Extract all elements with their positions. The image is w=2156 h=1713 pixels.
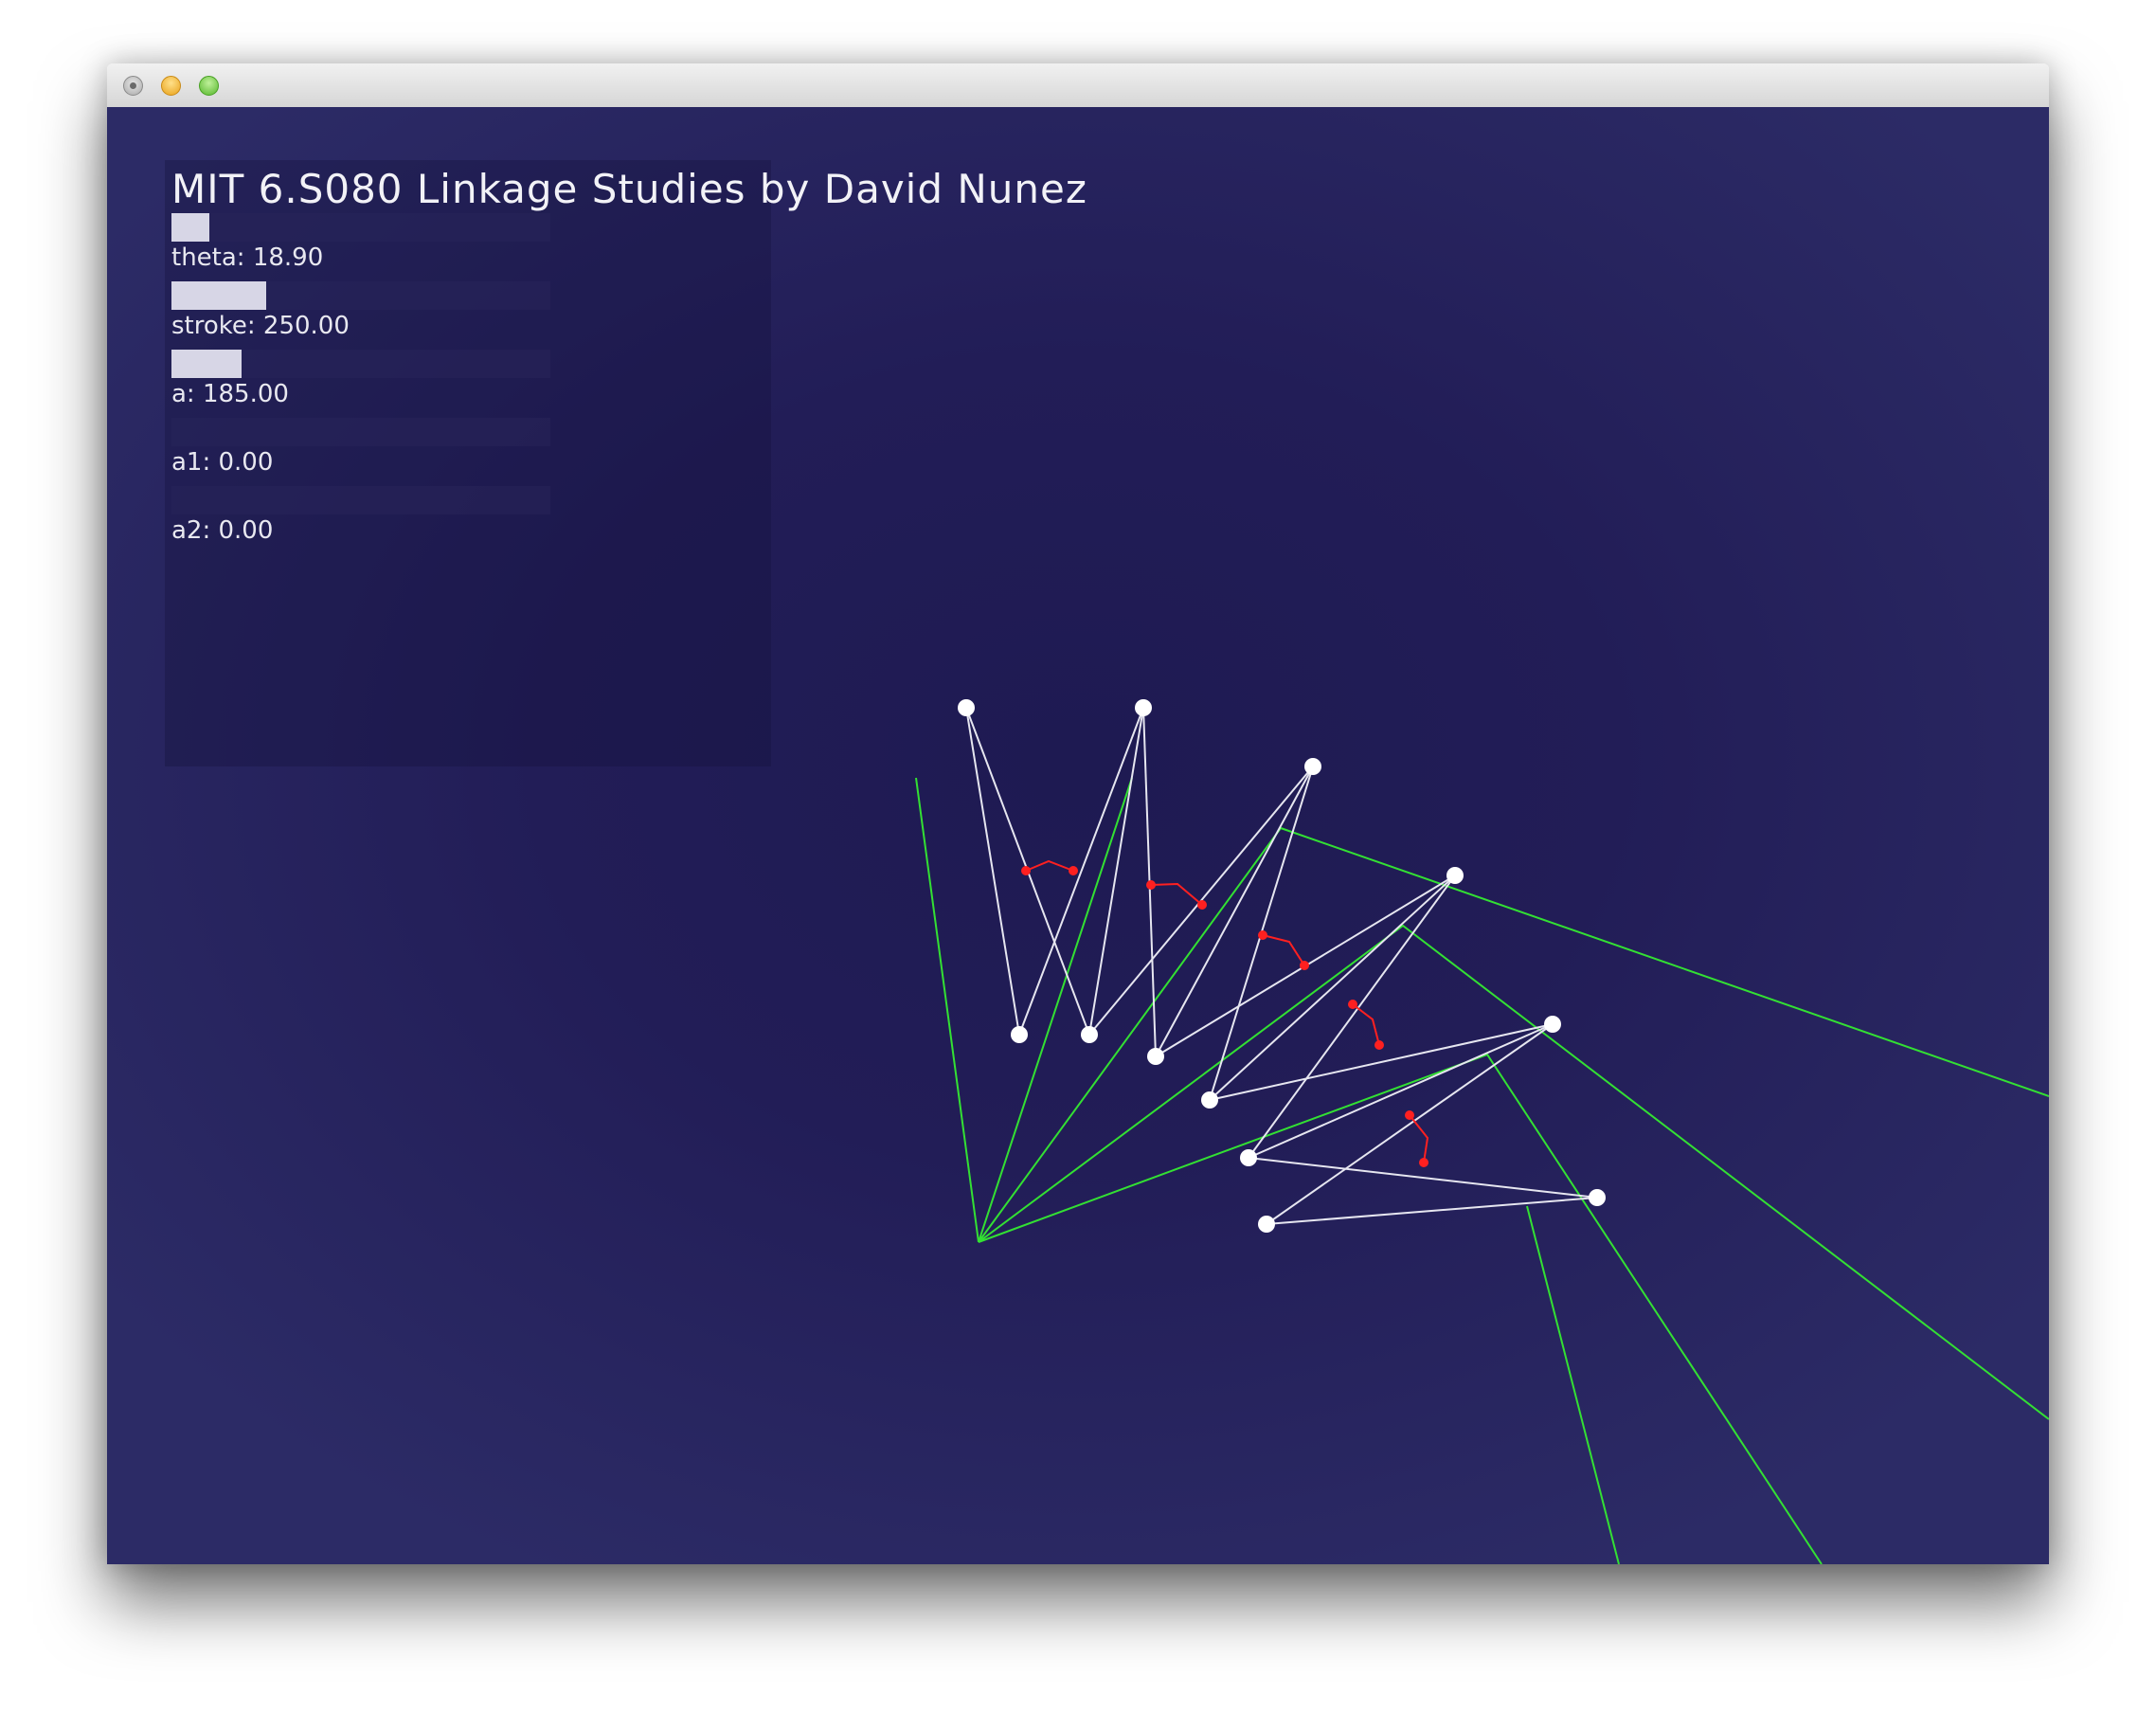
bar: [1088, 707, 1144, 1036]
app-window: MIT 6.S080 Linkage Studies by David Nune…: [107, 63, 2049, 1564]
bar: [1266, 1197, 1598, 1225]
joint-dot: [1146, 880, 1156, 890]
joint-dot: [1419, 1158, 1428, 1167]
joint-dot: [1258, 930, 1267, 940]
node[interactable]: [1304, 758, 1321, 775]
ray: [1526, 1205, 1620, 1564]
bar: [1209, 1023, 1554, 1101]
bar: [965, 707, 1020, 1036]
linkage-bars: [965, 707, 1598, 1225]
bar: [1266, 1023, 1554, 1225]
node[interactable]: [1011, 1026, 1028, 1043]
bar: [1018, 707, 1144, 1036]
green-rays: [915, 777, 2049, 1564]
window-titlebar[interactable]: [107, 63, 2049, 108]
ray: [915, 777, 979, 1243]
joint-dot: [1348, 1000, 1357, 1009]
joint-dot: [1021, 866, 1031, 875]
bar: [1209, 875, 1456, 1101]
node[interactable]: [1258, 1216, 1275, 1233]
ray: [978, 826, 2049, 1243]
node[interactable]: [1446, 867, 1464, 884]
node[interactable]: [1147, 1048, 1164, 1065]
maximize-button[interactable]: [199, 76, 219, 96]
linkage-nodes: [958, 699, 1606, 1233]
linkage-canvas[interactable]: MIT 6.S080 Linkage Studies by David Nune…: [107, 107, 2049, 1564]
close-button[interactable]: [123, 76, 143, 96]
joint-arc: [1150, 882, 1203, 906]
joint-dot: [1374, 1040, 1384, 1050]
joint-dot: [1405, 1110, 1414, 1120]
joint-dot: [1300, 961, 1309, 970]
node[interactable]: [1201, 1091, 1218, 1109]
node[interactable]: [1544, 1016, 1561, 1033]
node[interactable]: [1135, 699, 1152, 716]
ray: [978, 924, 2049, 1420]
joint-dot: [1069, 866, 1078, 875]
node[interactable]: [958, 699, 975, 716]
minimize-button[interactable]: [161, 76, 181, 96]
bar: [1155, 766, 1314, 1057]
joint-arc: [1262, 934, 1305, 966]
linkage-drawing: [915, 699, 2049, 1564]
node[interactable]: [1240, 1149, 1257, 1166]
bar: [1248, 1023, 1554, 1159]
joint-dot: [1197, 900, 1207, 910]
node[interactable]: [1081, 1026, 1098, 1043]
node[interactable]: [1589, 1189, 1606, 1206]
joint-arc: [1025, 859, 1074, 872]
